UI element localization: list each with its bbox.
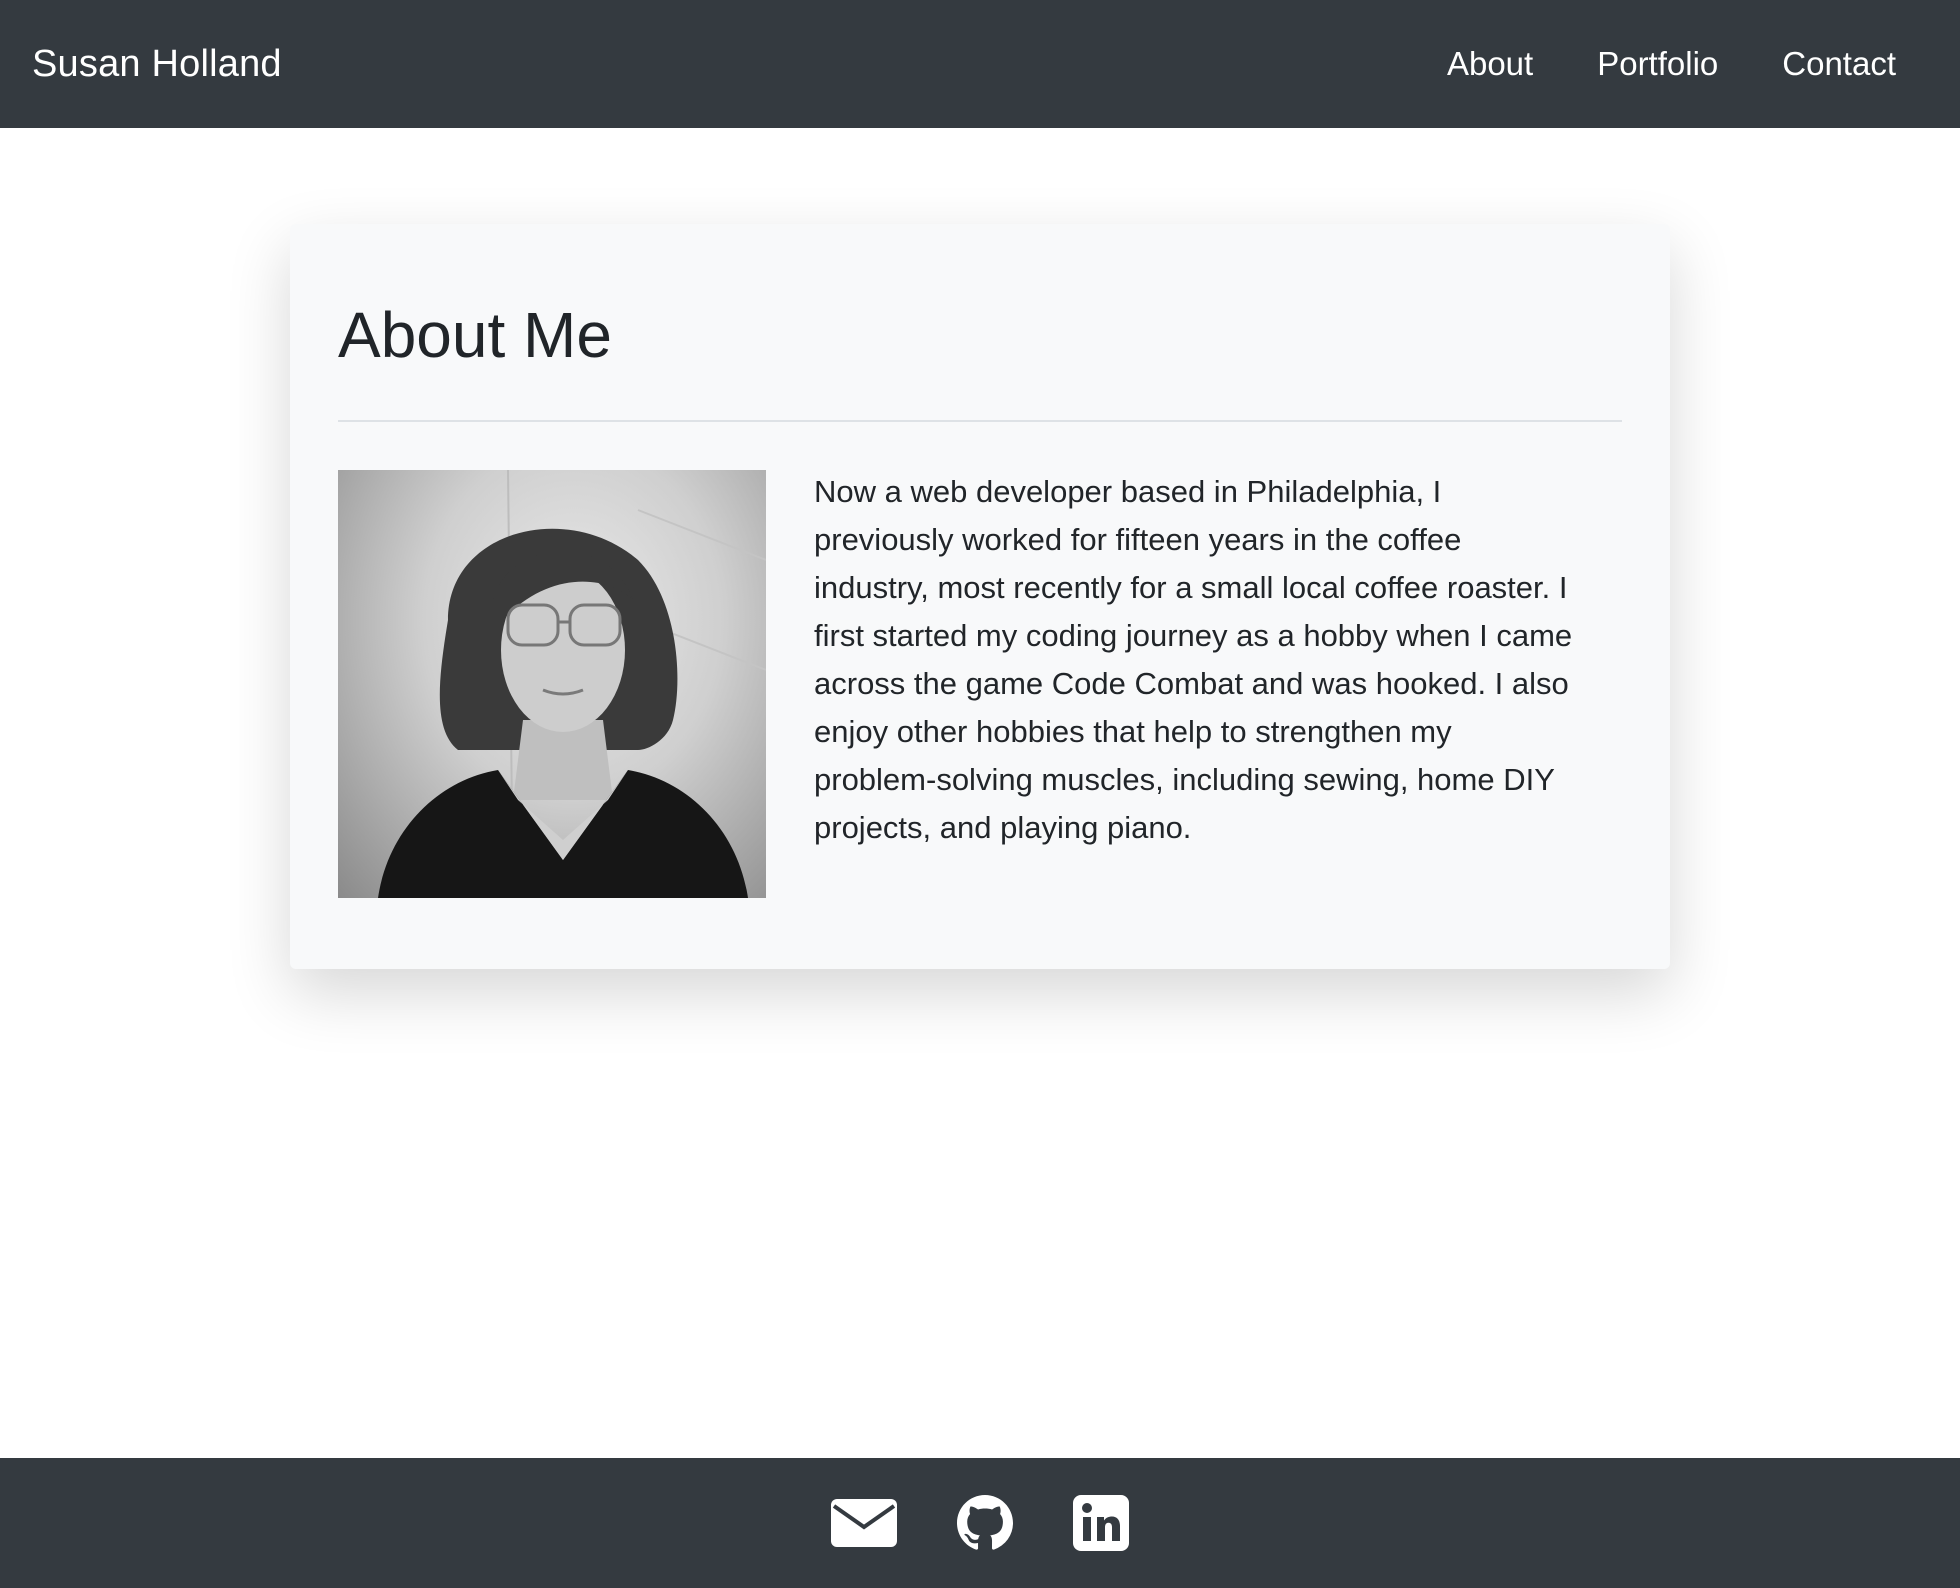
about-title: About Me xyxy=(338,299,612,371)
profile-photo-illustration xyxy=(378,470,766,899)
brand-link[interactable]: Susan Holland xyxy=(32,43,282,86)
about-card: About Me Now a web developer based in Ph… xyxy=(290,224,1670,969)
profile-photo xyxy=(338,470,766,899)
about-content: Now a web developer based in Philadelphi… xyxy=(338,470,1622,899)
envelope-icon[interactable] xyxy=(831,1497,897,1549)
nav-link-portfolio[interactable]: Portfolio xyxy=(1597,45,1718,83)
linkedin-icon[interactable] xyxy=(1073,1495,1129,1551)
github-icon[interactable] xyxy=(957,1495,1013,1551)
nav-link-about[interactable]: About xyxy=(1447,45,1533,83)
nav-links: About Portfolio Contact xyxy=(1383,45,1928,83)
nav-link-contact[interactable]: Contact xyxy=(1782,45,1896,83)
about-bio: Now a web developer based in Philadelphi… xyxy=(814,474,1573,846)
footer xyxy=(0,1458,1960,1588)
title-divider xyxy=(338,420,1622,423)
navbar: Susan Holland About Portfolio Contact xyxy=(0,0,1960,128)
